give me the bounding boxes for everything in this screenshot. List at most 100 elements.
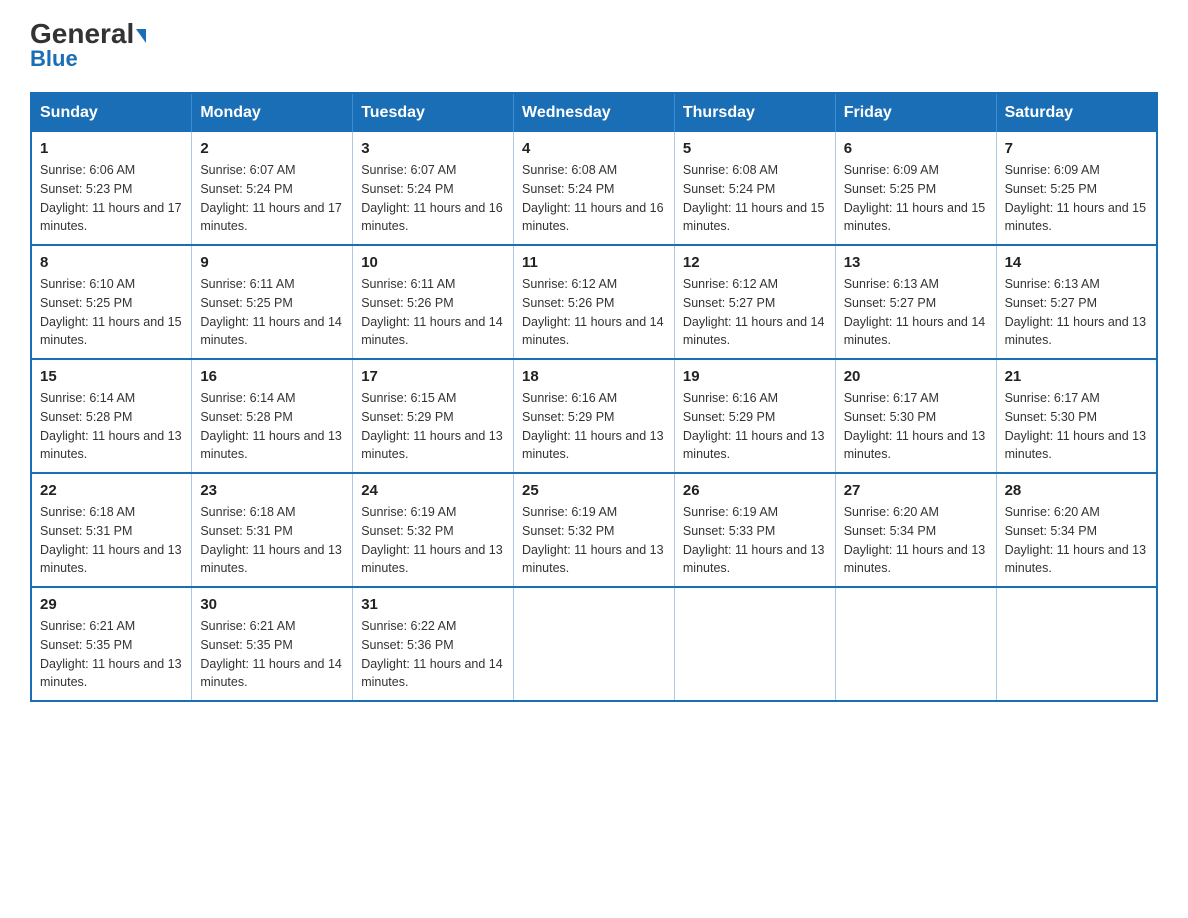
day-number: 18	[522, 368, 666, 385]
day-info: Sunrise: 6:08 AMSunset: 5:24 PMDaylight:…	[522, 161, 666, 236]
calendar-cell: 13 Sunrise: 6:13 AMSunset: 5:27 PMDayligh…	[835, 245, 996, 359]
day-number: 30	[200, 596, 344, 613]
calendar-cell	[514, 587, 675, 701]
day-number: 13	[844, 254, 988, 271]
day-number: 6	[844, 140, 988, 157]
calendar-cell: 23 Sunrise: 6:18 AMSunset: 5:31 PMDayligh…	[192, 473, 353, 587]
day-info: Sunrise: 6:21 AMSunset: 5:35 PMDaylight:…	[200, 617, 344, 692]
day-number: 14	[1005, 254, 1148, 271]
day-info: Sunrise: 6:09 AMSunset: 5:25 PMDaylight:…	[1005, 161, 1148, 236]
calendar-header-tuesday: Tuesday	[353, 93, 514, 132]
logo: General Blue	[30, 20, 146, 72]
calendar-week-row: 29 Sunrise: 6:21 AMSunset: 5:35 PMDayligh…	[31, 587, 1157, 701]
day-info: Sunrise: 6:18 AMSunset: 5:31 PMDaylight:…	[200, 503, 344, 578]
day-info: Sunrise: 6:20 AMSunset: 5:34 PMDaylight:…	[1005, 503, 1148, 578]
calendar-cell: 20 Sunrise: 6:17 AMSunset: 5:30 PMDayligh…	[835, 359, 996, 473]
day-info: Sunrise: 6:22 AMSunset: 5:36 PMDaylight:…	[361, 617, 505, 692]
calendar-cell: 21Sunrise: 6:17 AMSunset: 5:30 PMDayligh…	[996, 359, 1157, 473]
day-info: Sunrise: 6:11 AMSunset: 5:25 PMDaylight:…	[200, 275, 344, 350]
calendar-cell: 3 Sunrise: 6:07 AMSunset: 5:24 PMDaylight…	[353, 132, 514, 245]
day-number: 17	[361, 368, 505, 385]
day-number: 5	[683, 140, 827, 157]
day-number: 1	[40, 140, 183, 157]
calendar-cell: 31 Sunrise: 6:22 AMSunset: 5:36 PMDayligh…	[353, 587, 514, 701]
calendar-cell: 7Sunrise: 6:09 AMSunset: 5:25 PMDaylight…	[996, 132, 1157, 245]
calendar-week-row: 1 Sunrise: 6:06 AMSunset: 5:23 PMDaylight…	[31, 132, 1157, 245]
day-number: 11	[522, 254, 666, 271]
day-info: Sunrise: 6:19 AMSunset: 5:32 PMDaylight:…	[361, 503, 505, 578]
calendar-cell	[835, 587, 996, 701]
logo-general: General	[30, 20, 146, 48]
calendar-week-row: 8 Sunrise: 6:10 AMSunset: 5:25 PMDaylight…	[31, 245, 1157, 359]
calendar-header-monday: Monday	[192, 93, 353, 132]
day-info: Sunrise: 6:15 AMSunset: 5:29 PMDaylight:…	[361, 389, 505, 464]
calendar-cell: 6 Sunrise: 6:09 AMSunset: 5:25 PMDaylight…	[835, 132, 996, 245]
day-info: Sunrise: 6:06 AMSunset: 5:23 PMDaylight:…	[40, 161, 183, 236]
calendar-header-friday: Friday	[835, 93, 996, 132]
day-number: 24	[361, 482, 505, 499]
calendar-cell: 16Sunrise: 6:14 AMSunset: 5:28 PMDayligh…	[192, 359, 353, 473]
calendar-cell: 12 Sunrise: 6:12 AMSunset: 5:27 PMDayligh…	[674, 245, 835, 359]
day-info: Sunrise: 6:21 AMSunset: 5:35 PMDaylight:…	[40, 617, 183, 692]
calendar-cell: 25Sunrise: 6:19 AMSunset: 5:32 PMDayligh…	[514, 473, 675, 587]
calendar-cell	[996, 587, 1157, 701]
calendar-cell: 1 Sunrise: 6:06 AMSunset: 5:23 PMDaylight…	[31, 132, 192, 245]
calendar-header-thursday: Thursday	[674, 93, 835, 132]
day-number: 16	[200, 368, 344, 385]
day-number: 20	[844, 368, 988, 385]
day-number: 28	[1005, 482, 1148, 499]
calendar-cell: 19 Sunrise: 6:16 AMSunset: 5:29 PMDayligh…	[674, 359, 835, 473]
day-info: Sunrise: 6:18 AMSunset: 5:31 PMDaylight:…	[40, 503, 183, 578]
day-info: Sunrise: 6:10 AMSunset: 5:25 PMDaylight:…	[40, 275, 183, 350]
calendar-cell: 2Sunrise: 6:07 AMSunset: 5:24 PMDaylight…	[192, 132, 353, 245]
calendar-cell: 27 Sunrise: 6:20 AMSunset: 5:34 PMDayligh…	[835, 473, 996, 587]
day-number: 12	[683, 254, 827, 271]
calendar-cell	[674, 587, 835, 701]
calendar-cell: 8 Sunrise: 6:10 AMSunset: 5:25 PMDaylight…	[31, 245, 192, 359]
calendar-week-row: 15Sunrise: 6:14 AMSunset: 5:28 PMDayligh…	[31, 359, 1157, 473]
day-info: Sunrise: 6:13 AMSunset: 5:27 PMDaylight:…	[844, 275, 988, 350]
calendar-cell: 18Sunrise: 6:16 AMSunset: 5:29 PMDayligh…	[514, 359, 675, 473]
calendar-cell: 9Sunrise: 6:11 AMSunset: 5:25 PMDaylight…	[192, 245, 353, 359]
day-info: Sunrise: 6:09 AMSunset: 5:25 PMDaylight:…	[844, 161, 988, 236]
calendar-cell: 5Sunrise: 6:08 AMSunset: 5:24 PMDaylight…	[674, 132, 835, 245]
page-header: General Blue	[30, 20, 1158, 72]
day-info: Sunrise: 6:17 AMSunset: 5:30 PMDaylight:…	[844, 389, 988, 464]
calendar-cell: 28 Sunrise: 6:20 AMSunset: 5:34 PMDayligh…	[996, 473, 1157, 587]
day-number: 19	[683, 368, 827, 385]
day-number: 8	[40, 254, 183, 271]
day-info: Sunrise: 6:20 AMSunset: 5:34 PMDaylight:…	[844, 503, 988, 578]
day-number: 31	[361, 596, 505, 613]
calendar-cell: 4 Sunrise: 6:08 AMSunset: 5:24 PMDaylight…	[514, 132, 675, 245]
day-info: Sunrise: 6:16 AMSunset: 5:29 PMDaylight:…	[683, 389, 827, 464]
day-number: 15	[40, 368, 183, 385]
calendar-table: SundayMondayTuesdayWednesdayThursdayFrid…	[30, 92, 1158, 702]
calendar-cell: 14 Sunrise: 6:13 AMSunset: 5:27 PMDayligh…	[996, 245, 1157, 359]
day-info: Sunrise: 6:07 AMSunset: 5:24 PMDaylight:…	[361, 161, 505, 236]
day-number: 27	[844, 482, 988, 499]
day-number: 23	[200, 482, 344, 499]
calendar-cell: 29 Sunrise: 6:21 AMSunset: 5:35 PMDayligh…	[31, 587, 192, 701]
day-info: Sunrise: 6:13 AMSunset: 5:27 PMDaylight:…	[1005, 275, 1148, 350]
calendar-header-wednesday: Wednesday	[514, 93, 675, 132]
calendar-week-row: 22 Sunrise: 6:18 AMSunset: 5:31 PMDayligh…	[31, 473, 1157, 587]
calendar-cell: 15Sunrise: 6:14 AMSunset: 5:28 PMDayligh…	[31, 359, 192, 473]
day-info: Sunrise: 6:11 AMSunset: 5:26 PMDaylight:…	[361, 275, 505, 350]
calendar-cell: 22 Sunrise: 6:18 AMSunset: 5:31 PMDayligh…	[31, 473, 192, 587]
calendar-header-sunday: Sunday	[31, 93, 192, 132]
calendar-cell: 11Sunrise: 6:12 AMSunset: 5:26 PMDayligh…	[514, 245, 675, 359]
calendar-cell: 24 Sunrise: 6:19 AMSunset: 5:32 PMDayligh…	[353, 473, 514, 587]
day-info: Sunrise: 6:19 AMSunset: 5:33 PMDaylight:…	[683, 503, 827, 578]
calendar-header-saturday: Saturday	[996, 93, 1157, 132]
day-number: 2	[200, 140, 344, 157]
day-number: 3	[361, 140, 505, 157]
day-number: 22	[40, 482, 183, 499]
day-number: 26	[683, 482, 827, 499]
calendar-body: 1 Sunrise: 6:06 AMSunset: 5:23 PMDaylight…	[31, 132, 1157, 701]
day-number: 10	[361, 254, 505, 271]
calendar-cell: 17 Sunrise: 6:15 AMSunset: 5:29 PMDayligh…	[353, 359, 514, 473]
day-info: Sunrise: 6:12 AMSunset: 5:27 PMDaylight:…	[683, 275, 827, 350]
day-info: Sunrise: 6:17 AMSunset: 5:30 PMDaylight:…	[1005, 389, 1148, 464]
day-number: 29	[40, 596, 183, 613]
day-number: 4	[522, 140, 666, 157]
